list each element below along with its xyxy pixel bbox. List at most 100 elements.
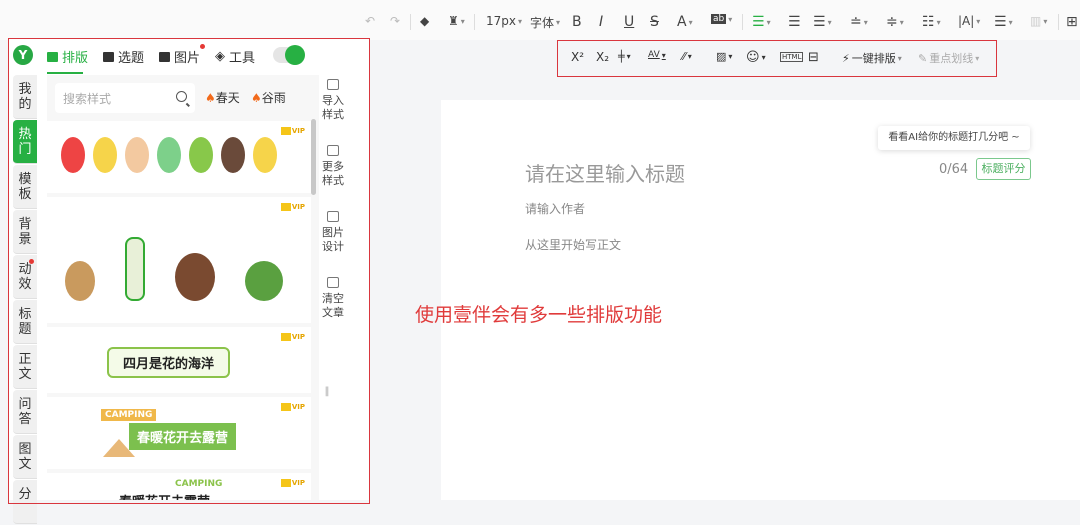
side-tab-background[interactable]: 背景 <box>13 210 37 254</box>
vip-badge: VIP <box>281 127 305 135</box>
body-input[interactable]: 从这里开始写正文 <box>525 236 621 253</box>
disabled-icon: ▥ ▾ <box>1030 14 1048 28</box>
format-painter-icon[interactable]: ♜ ▾ <box>448 14 465 28</box>
list-icon[interactable]: ☰ ▾ <box>994 14 1013 30</box>
style-card[interactable]: VIP <box>47 197 311 323</box>
tab-images[interactable]: 图片 <box>159 44 206 66</box>
yiban-logo: Y <box>13 45 33 65</box>
style-preview-tag: CAMPING <box>101 409 157 421</box>
side-tab-title[interactable]: 标题 <box>13 300 37 344</box>
underline-button[interactable]: U <box>624 14 634 30</box>
emoji-icon[interactable]: ☺ ▾ <box>746 50 766 65</box>
highlight-button[interactable]: ab ▾ <box>711 14 732 24</box>
style-card[interactable]: VIP CAMPING 春暖花开去露营 <box>47 473 311 500</box>
side-tab-mine[interactable]: 我的 <box>13 75 37 119</box>
style-preview-text: 春暖花开去露营 <box>119 491 210 500</box>
pen-icon: ✎ <box>918 51 928 65</box>
tab-label: 排版 <box>62 51 89 66</box>
side-tab-body[interactable]: 正文 <box>13 345 37 389</box>
list-indent-icon[interactable]: ☷ ▾ <box>922 14 941 30</box>
picture-icon <box>159 51 170 62</box>
vip-badge: VIP <box>281 333 305 341</box>
char-spacing-icon[interactable]: AV ▾ <box>648 50 666 60</box>
align-center-icon[interactable]: ☰ ▾ <box>813 14 832 30</box>
trash-icon <box>327 277 339 288</box>
paragraph-spacing-icon[interactable]: ≑ ▾ <box>886 14 904 30</box>
magic-wand-icon[interactable]: ⁄⁄ ▾ <box>682 50 692 63</box>
cartoon-sticker-row <box>65 237 283 301</box>
letter-spacing-icon[interactable]: |A| ▾ <box>958 14 980 28</box>
import-icon <box>327 79 339 90</box>
ai-title-tip[interactable]: 看看AI给你的标题打几分吧 ~ <box>878 126 1030 150</box>
hot-tag-spring[interactable]: ♠春天 <box>205 89 240 106</box>
key-underline-label: 重点划线 <box>929 52 974 65</box>
side-tab-hot[interactable]: 热门 <box>13 120 37 164</box>
line-spacing-icon[interactable]: ≐ ▾ <box>850 14 868 30</box>
text-height-icon[interactable]: ╪ ▾ <box>618 50 631 63</box>
image-icon[interactable]: ▨ ▾ <box>716 50 732 63</box>
font-family-select[interactable]: 字体 ▾ <box>530 14 560 31</box>
toolbox-icon[interactable]: ⊟ <box>808 50 819 65</box>
font-color-button[interactable]: A ▾ <box>677 14 693 30</box>
eraser-icon[interactable]: ◆ <box>420 14 429 28</box>
clear-article-button[interactable]: 清空文章 <box>319 273 347 333</box>
style-card[interactable]: VIP 四月是花的海洋 <box>47 327 311 393</box>
html-button[interactable]: HTML <box>780 52 804 62</box>
fire-icon: ♠ <box>205 91 216 105</box>
import-style-button[interactable]: 导入样式 <box>319 75 347 135</box>
superscript-button[interactable]: X² <box>571 50 584 64</box>
style-list-scrollbar[interactable] <box>311 119 316 195</box>
tab-tools[interactable]: ◈ 工具 <box>215 47 255 66</box>
tent-icon <box>103 439 135 457</box>
author-input[interactable]: 请输入作者 <box>525 200 585 217</box>
side-tab-animation[interactable]: 动效 <box>13 255 37 299</box>
undo-icon[interactable]: ↶ <box>365 14 375 28</box>
main-toolbar: ↶ ↷ ◆ ♜ ▾ 17px ▾ 字体 ▾ B I U S A ▾ ab ▾ ☰ ▾ ☰ ☰… <box>0 0 1080 40</box>
emoji-sticker-row <box>61 137 277 173</box>
style-card[interactable]: VIP <box>47 121 311 193</box>
style-search-input[interactable]: 搜索样式 <box>55 83 195 113</box>
style-list: 搜索样式 ♠春天 ♠谷雨 VIP VIP VIP 四月是花的海洋 VIP CAM… <box>47 75 319 500</box>
side-tab-divider[interactable]: 分 <box>13 480 37 524</box>
font-family-value: 字体 <box>530 16 555 30</box>
tab-label: 选题 <box>118 51 145 66</box>
key-underline-button[interactable]: ✎ 重点划线 ▾ <box>918 50 979 66</box>
side-tab-qa[interactable]: 问答 <box>13 390 37 434</box>
panel-resize-handle[interactable]: ‖ <box>322 377 332 407</box>
one-click-format-button[interactable]: ⚡ 一键排版 ▾ <box>842 50 902 66</box>
tab-layout[interactable]: 排版 <box>47 47 88 66</box>
cube-icon: ◈ <box>215 49 225 64</box>
table-icon[interactable]: ⊞ <box>1066 14 1078 30</box>
vip-badge: VIP <box>281 403 305 411</box>
side-tab-template[interactable]: 模板 <box>13 165 37 209</box>
align-left-icon[interactable]: ☰ ▾ <box>752 14 771 30</box>
search-placeholder: 搜索样式 <box>63 92 112 106</box>
more-styles-button[interactable]: 更多样式 <box>319 141 347 201</box>
hot-tag-grain-rain[interactable]: ♠谷雨 <box>251 89 286 106</box>
title-score-button[interactable]: 标题评分 <box>976 158 1031 180</box>
tab-topics[interactable]: 选题 <box>103 47 144 66</box>
title-char-count: 0/64 <box>939 162 969 177</box>
font-size-select[interactable]: 17px ▾ <box>486 14 522 28</box>
title-input[interactable]: 请在这里输入标题 <box>525 158 685 187</box>
bookmark-icon <box>103 51 114 62</box>
italic-button[interactable]: I <box>599 14 603 30</box>
notification-dot <box>200 44 206 49</box>
strikethrough-button[interactable]: S <box>650 14 659 30</box>
highlight-label: ab <box>711 14 727 24</box>
search-icon[interactable] <box>176 91 187 102</box>
bold-button[interactable]: B <box>572 14 582 30</box>
style-card[interactable]: VIP CAMPING 春暖花开去露营 <box>47 397 311 469</box>
font-size-value: 17px <box>486 14 516 28</box>
image-design-button[interactable]: 图片设计 <box>319 207 347 267</box>
category-tabs: 我的 热门 模板 背景 动效 标题 正文 问答 图文 分 <box>13 75 39 525</box>
vip-badge: VIP <box>281 203 305 211</box>
redo-icon[interactable]: ↷ <box>390 14 400 28</box>
hot-tag-label: 谷雨 <box>261 91 286 105</box>
indent-icon[interactable]: ☰ <box>788 14 801 30</box>
active-tab-indicator <box>47 72 83 74</box>
yiban-panel: Y 排版 选题 图片 ◈ 工具 我的 热门 模板 背景 动效 标题 正文 问答 图… <box>9 39 369 524</box>
panel-toggle[interactable] <box>273 45 305 65</box>
subscript-button[interactable]: X₂ <box>596 50 609 64</box>
side-tab-image-text[interactable]: 图文 <box>13 435 37 479</box>
